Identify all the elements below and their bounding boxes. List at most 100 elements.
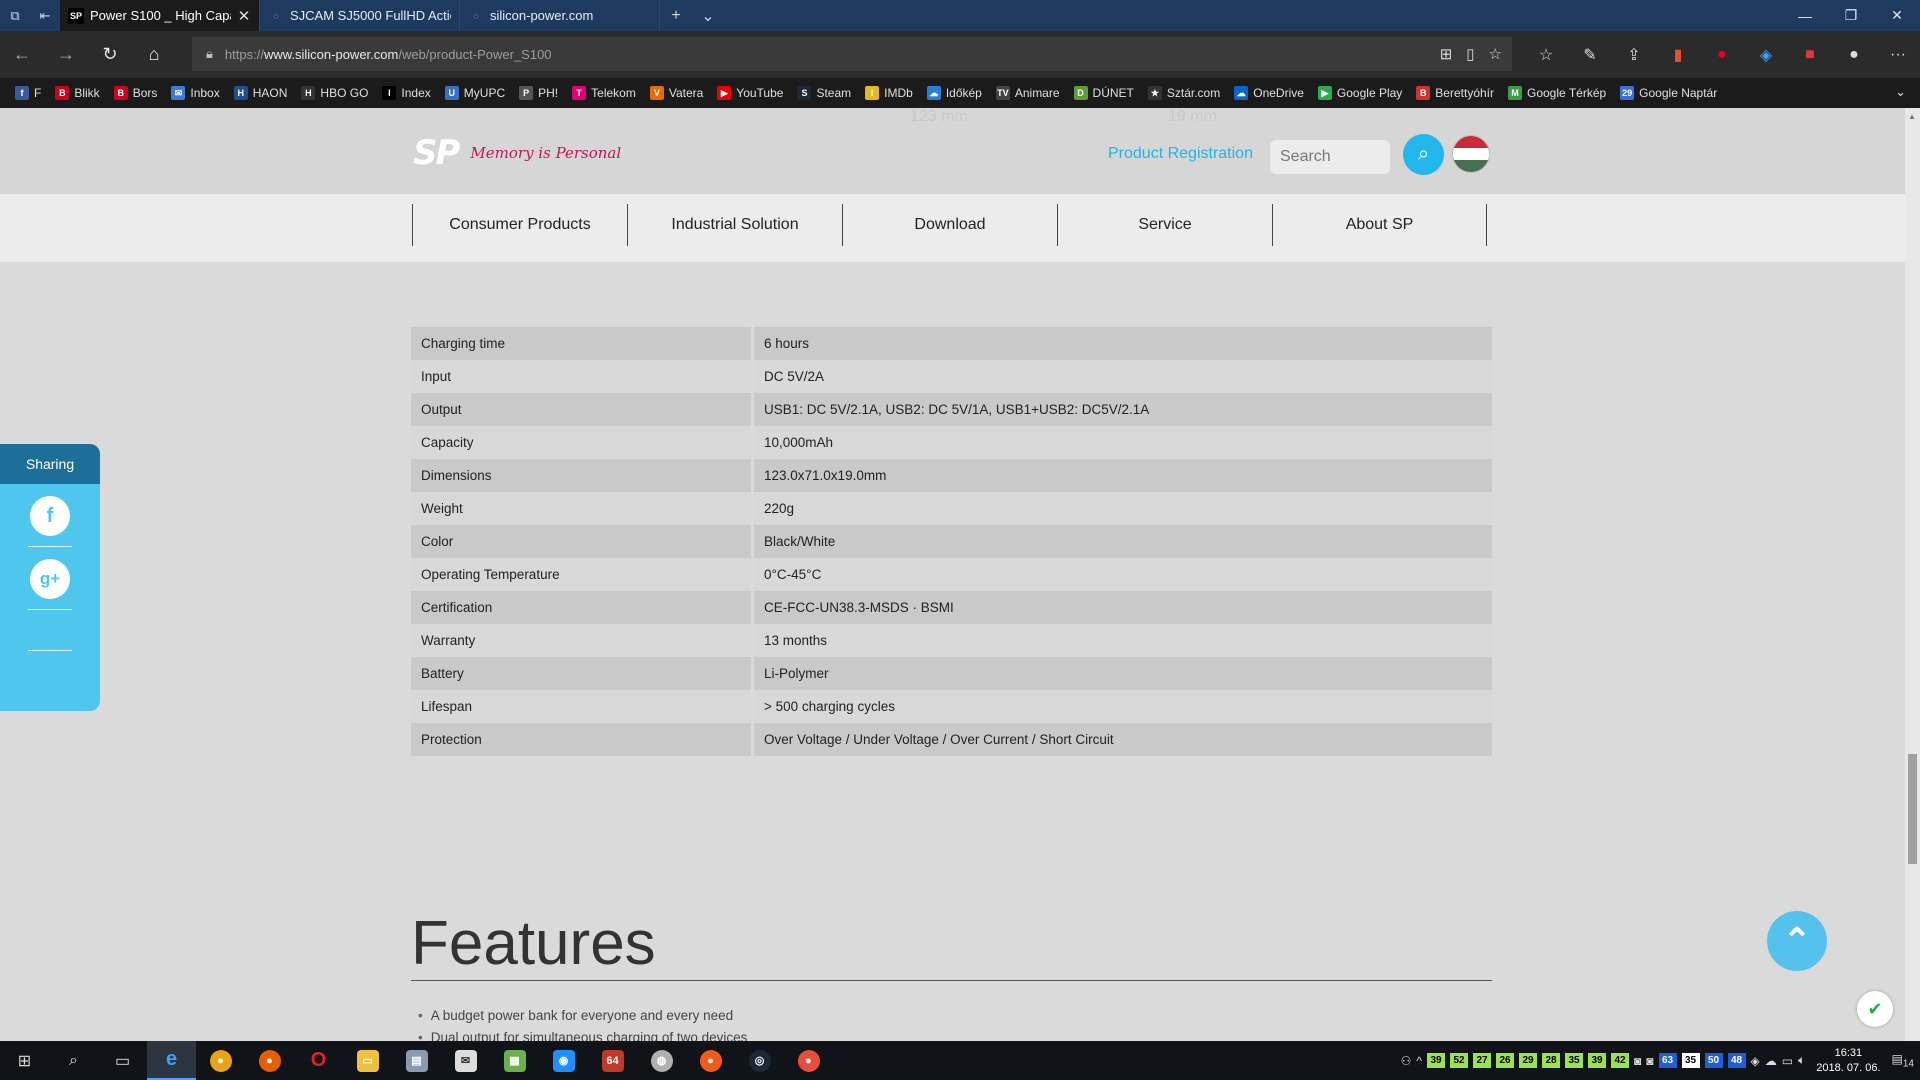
favorite-link[interactable]: P PH!	[512, 86, 565, 100]
home-icon[interactable]: ⌂	[132, 31, 176, 78]
favorite-link[interactable]: H HAON	[227, 86, 295, 100]
reading-view-icon[interactable]: ▯	[1466, 45, 1474, 63]
pdf-extension-icon[interactable]: ■	[1788, 46, 1832, 64]
app-taskbar-icon[interactable]: ▤	[392, 1041, 441, 1080]
tray-temp-badge[interactable]: 26	[1496, 1053, 1515, 1068]
favorites-overflow-icon[interactable]: ⌄	[1895, 84, 1906, 100]
tray-temp-badge[interactable]: 29	[1519, 1053, 1538, 1068]
opera-taskbar-icon[interactable]: O	[294, 1041, 343, 1080]
favorite-link[interactable]: H HBO GO	[294, 86, 375, 100]
forward-icon[interactable]: →	[44, 31, 88, 78]
firefox-taskbar-icon[interactable]: ●	[245, 1041, 294, 1080]
volume-icon[interactable]: 🔈︎	[1798, 1053, 1805, 1068]
nav-item[interactable]: Download	[842, 204, 1057, 246]
tray-number-badge[interactable]: 35	[1681, 1053, 1700, 1068]
google-plus-icon[interactable]: g+	[30, 559, 70, 599]
steam-taskbar-icon[interactable]: ◎	[735, 1041, 784, 1080]
file-explorer-icon[interactable]: ▭	[343, 1041, 392, 1080]
favorite-link[interactable]: I Index	[375, 86, 437, 100]
nav-item[interactable]: Industrial Solution	[627, 204, 842, 246]
favorite-link[interactable]: fF	[8, 86, 48, 100]
office-extension-icon[interactable]: ▮	[1656, 45, 1700, 65]
edge-taskbar-icon[interactable]: e	[147, 1041, 196, 1080]
steam-tray-icon[interactable]: ◙	[1634, 1054, 1641, 1068]
back-icon[interactable]: ←	[0, 31, 44, 78]
favorite-link[interactable]: ✉ Inbox	[164, 86, 226, 100]
back-to-top-icon[interactable]: ⌃	[1767, 911, 1827, 971]
tray-number-badge[interactable]: 63	[1658, 1053, 1677, 1068]
facebook-icon[interactable]: f	[30, 496, 70, 536]
favorite-link[interactable]: D DÚNET	[1067, 86, 1141, 100]
tray-number-badge[interactable]: 48	[1727, 1053, 1746, 1068]
security-shield-icon[interactable]: ✔	[1857, 991, 1893, 1027]
origin-taskbar-icon[interactable]: ●	[686, 1041, 735, 1080]
favorite-link[interactable]: S Steam	[790, 86, 858, 100]
favorite-star-icon[interactable]: ☆	[1489, 45, 1502, 63]
favorite-link[interactable]: ☁ OneDrive	[1227, 86, 1311, 100]
set-tabs-aside-icon[interactable]: ⇤	[30, 0, 60, 31]
start-icon[interactable]: ⊞	[0, 1041, 49, 1080]
browser-tab[interactable]: ◌ SJCAM SJ5000 FullHD Actio	[260, 0, 460, 31]
tray-temp-badge[interactable]: 52	[1450, 1053, 1469, 1068]
tab-overview-icon[interactable]: ⧉	[0, 0, 30, 31]
cloud-tray-icon[interactable]: ☁	[1765, 1054, 1777, 1068]
tray-expand-icon[interactable]: ^	[1416, 1054, 1422, 1068]
product-registration-link[interactable]: Product Registration	[1108, 145, 1253, 163]
mail-taskbar-icon[interactable]: ✉	[441, 1041, 490, 1080]
favorite-link[interactable]: T Telekom	[565, 86, 643, 100]
favorite-link[interactable]: TV Animare	[989, 86, 1067, 100]
scrollbar-thumb[interactable]	[1908, 754, 1917, 864]
favorite-link[interactable]: ★ Sztár.com	[1141, 86, 1227, 100]
minimize-icon[interactable]: —	[1782, 0, 1828, 31]
network-tray-icon[interactable]: ▭	[1782, 1054, 1793, 1068]
browser-tab[interactable]: ◌ silicon-power.com	[460, 0, 660, 31]
chrome-taskbar-icon[interactable]: ●	[196, 1041, 245, 1080]
clock[interactable]: 16:31 2018. 07. 06.	[1816, 1046, 1880, 1076]
tray-temp-badge[interactable]: 39	[1427, 1053, 1446, 1068]
scroll-up-icon[interactable]: ▲	[1908, 112, 1916, 121]
app-64-taskbar-icon[interactable]: 64	[588, 1041, 637, 1080]
people-icon[interactable]: ⚇	[1401, 1054, 1412, 1068]
search-input[interactable]: Search	[1270, 140, 1390, 174]
favorite-link[interactable]: U MyUPC	[438, 86, 512, 100]
search-icon[interactable]: ⌕	[49, 1041, 98, 1080]
tab-preview-chevron-icon[interactable]: ⌄	[692, 0, 724, 31]
pinterest-icon[interactable]: ●	[1700, 46, 1744, 64]
favorite-link[interactable]: B Berettyóhír	[1409, 86, 1501, 100]
favorite-link[interactable]: ▶ Google Play	[1311, 86, 1409, 100]
favorite-link[interactable]: ☁ Időkép	[920, 86, 989, 100]
favorite-link[interactable]: B Bors	[107, 86, 165, 100]
favorites-hub-icon[interactable]: ☆	[1524, 45, 1568, 65]
shield-tray-icon[interactable]: ◈	[1751, 1054, 1760, 1068]
favorite-link[interactable]: V Vatera	[643, 86, 710, 100]
favorite-link[interactable]: ▶ YouTube	[710, 86, 790, 100]
refresh-icon[interactable]: ↻	[88, 31, 132, 78]
tray-temp-badge[interactable]: 28	[1542, 1053, 1561, 1068]
site-logo[interactable]: SP Memory is Personal	[413, 133, 621, 173]
profile-extension-icon[interactable]: ●	[1832, 46, 1876, 64]
favorite-link[interactable]: B Blikk	[48, 86, 106, 100]
tab-close-icon[interactable]: ✕	[237, 7, 251, 25]
nav-item[interactable]: Service	[1057, 204, 1272, 246]
tray-number-badge[interactable]: 50	[1704, 1053, 1723, 1068]
address-bar[interactable]: 🔒︎ https://www.silicon-power.com/web/pro…	[192, 37, 1512, 71]
shield-extension-icon[interactable]: ◈	[1744, 45, 1788, 65]
app-taskbar-icon[interactable]: ●	[784, 1041, 833, 1080]
notification-center-icon[interactable]: ▤14	[1892, 1052, 1914, 1069]
page-scrollbar[interactable]: ▲	[1905, 108, 1920, 1041]
favorite-link[interactable]: 29 Google Naptár	[1613, 86, 1724, 100]
restore-icon[interactable]: ❐	[1828, 0, 1874, 31]
search-icon[interactable]: ⌕	[1403, 134, 1444, 175]
nav-item[interactable]: About SP	[1272, 204, 1487, 246]
close-window-icon[interactable]: ✕	[1874, 0, 1920, 31]
app-tray-icon[interactable]: ◙	[1646, 1054, 1653, 1068]
nav-item[interactable]: Consumer Products	[412, 204, 627, 246]
hungary-flag-icon[interactable]	[1452, 135, 1490, 173]
favorite-link[interactable]: I IMDb	[858, 86, 920, 100]
app-taskbar-icon[interactable]: ▦	[490, 1041, 539, 1080]
tray-temp-badge[interactable]: 42	[1611, 1053, 1630, 1068]
favorite-link[interactable]: M Google Térkép	[1501, 86, 1613, 100]
tray-temp-badge[interactable]: 39	[1588, 1053, 1607, 1068]
more-menu-icon[interactable]: ···	[1876, 46, 1920, 64]
browser-tab-active[interactable]: SP Power S100 _ High Capa ✕	[60, 0, 260, 31]
